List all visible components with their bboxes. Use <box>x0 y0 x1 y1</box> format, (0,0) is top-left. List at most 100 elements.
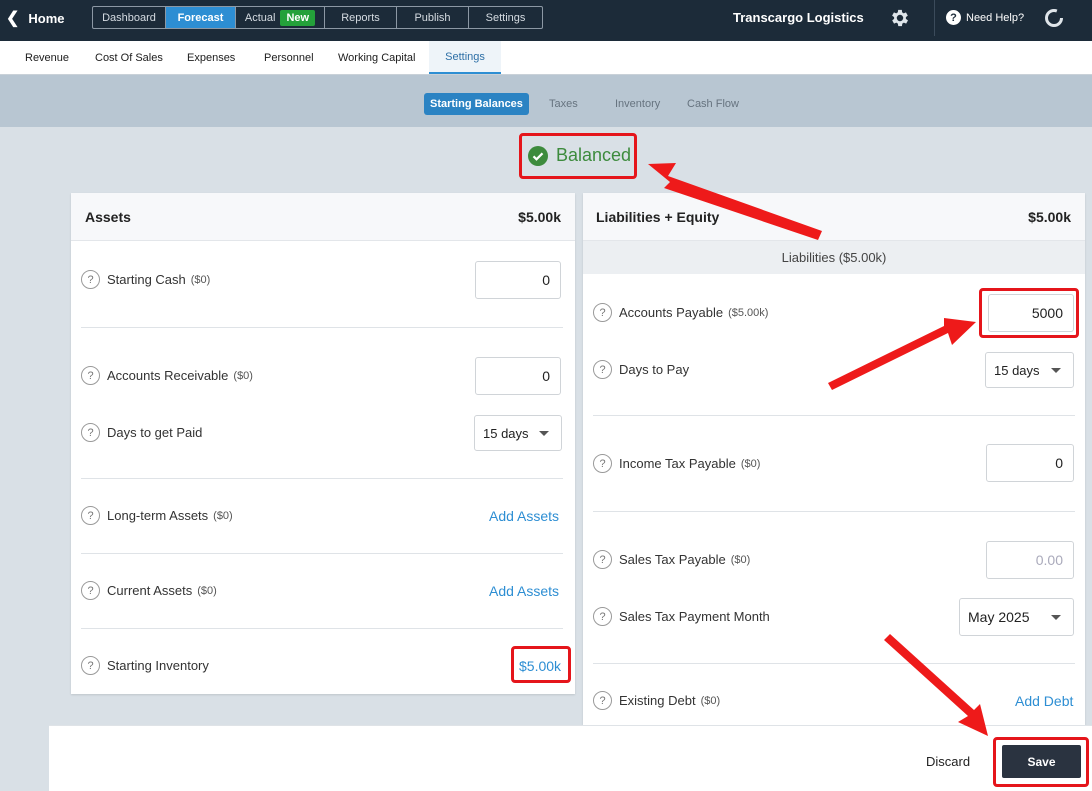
accounts-receivable-row: ? Accounts Receivable ($0) <box>81 366 253 385</box>
days-to-get-paid-value: 15 days <box>483 425 529 441</box>
subtab-expenses[interactable]: Expenses <box>187 41 235 74</box>
days-to-pay-select[interactable]: 15 days <box>985 352 1074 388</box>
liabilities-total: $5.00k <box>1028 209 1071 225</box>
divider <box>81 478 563 479</box>
need-help-link[interactable]: ? Need Help? <box>946 10 1024 25</box>
sales-tax-payable-input[interactable]: 0.00 <box>986 541 1074 579</box>
current-assets-row: ? Current Assets ($0) <box>81 581 217 600</box>
divider <box>934 0 935 36</box>
long-term-assets-row: ? Long-term Assets ($0) <box>81 506 233 525</box>
accounts-payable-label: Accounts Payable <box>619 305 724 320</box>
add-current-assets-link[interactable]: Add Assets <box>489 583 559 599</box>
settings-section-tabs: Starting Balances Taxes Inventory Cash F… <box>0 75 1092 127</box>
gear-icon[interactable] <box>889 7 911 29</box>
tab-actual-label: Actual <box>244 11 276 24</box>
add-long-term-assets-link[interactable]: Add Assets <box>489 508 559 524</box>
help-icon[interactable]: ? <box>593 303 612 322</box>
accounts-payable-sub: ($5.00k) <box>728 306 769 319</box>
tab-publish[interactable]: Publish <box>397 7 469 28</box>
liabilities-header: Liabilities + Equity $5.00k <box>583 193 1085 241</box>
home-link[interactable]: ❮ Home <box>6 0 65 36</box>
subtab-settings[interactable]: Settings <box>429 41 501 74</box>
accounts-payable-row: ? Accounts Payable ($5.00k) <box>593 303 768 322</box>
help-icon[interactable]: ? <box>81 656 100 675</box>
help-icon[interactable]: ? <box>81 581 100 600</box>
days-to-pay-value: 15 days <box>994 362 1040 378</box>
new-badge: New <box>280 9 316 26</box>
tab-settings[interactable]: Settings <box>469 7 542 28</box>
liabilities-title: Liabilities + Equity <box>596 209 720 225</box>
annotation-box-accounts-payable <box>979 288 1079 338</box>
starting-cash-input[interactable]: 0 <box>475 261 561 299</box>
tab-starting-balances[interactable]: Starting Balances <box>424 93 529 115</box>
days-to-pay-row: ? Days to Pay <box>593 360 689 379</box>
help-icon[interactable]: ? <box>81 506 100 525</box>
long-term-assets-sub: ($0) <box>213 509 233 522</box>
days-to-get-paid-row: ? Days to get Paid <box>81 423 202 442</box>
help-icon[interactable]: ? <box>593 454 612 473</box>
income-tax-payable-input[interactable]: 0 <box>986 444 1074 482</box>
help-icon[interactable]: ? <box>593 360 612 379</box>
divider <box>593 415 1075 416</box>
sales-tax-payment-month-select[interactable]: May 2025 <box>959 598 1074 636</box>
existing-debt-row: ? Existing Debt ($0) <box>593 691 720 710</box>
days-to-get-paid-label: Days to get Paid <box>107 425 203 440</box>
help-icon[interactable]: ? <box>593 550 612 569</box>
add-debt-link[interactable]: Add Debt <box>1015 693 1073 709</box>
home-label: Home <box>28 10 65 26</box>
help-icon[interactable]: ? <box>593 607 612 626</box>
existing-debt-sub: ($0) <box>700 694 721 707</box>
tab-taxes[interactable]: Taxes <box>549 93 578 115</box>
annotation-box-save <box>993 737 1089 787</box>
help-icon[interactable]: ? <box>81 366 100 385</box>
starting-inventory-row: ? Starting Inventory <box>81 656 209 675</box>
sales-tax-payment-month-row: ? Sales Tax Payment Month <box>593 607 770 626</box>
starting-cash-row: ? Starting Cash ($0) <box>81 270 210 289</box>
liabilities-equity-panel: Liabilities + Equity $5.00k Liabilities … <box>583 193 1085 725</box>
long-term-assets-label: Long-term Assets <box>107 508 209 523</box>
tab-dashboard[interactable]: Dashboard <box>93 7 166 28</box>
chevron-down-icon <box>1051 368 1061 373</box>
sales-tax-payable-sub: ($0) <box>730 553 751 566</box>
subtab-working-capital[interactable]: Working Capital <box>338 41 415 74</box>
starting-inventory-label: Starting Inventory <box>107 658 209 673</box>
assets-header: Assets $5.00k <box>71 193 575 241</box>
subtab-cost-of-sales[interactable]: Cost Of Sales <box>95 41 163 74</box>
tab-reports[interactable]: Reports <box>325 7 397 28</box>
annotation-box-balanced <box>519 133 637 179</box>
accounts-receivable-sub: ($0) <box>233 369 253 382</box>
chevron-down-icon <box>1051 615 1061 620</box>
subtab-personnel[interactable]: Personnel <box>264 41 314 74</box>
days-to-get-paid-select[interactable]: 15 days <box>474 415 562 451</box>
income-tax-payable-label: Income Tax Payable <box>619 456 736 471</box>
current-assets-label: Current Assets <box>107 583 193 598</box>
top-navigation-bar: ❮ Home Dashboard Forecast Actual New Rep… <box>0 0 1092 41</box>
divider <box>81 628 563 629</box>
subtab-revenue[interactable]: Revenue <box>25 41 69 74</box>
assets-panel: Assets $5.00k ? Starting Cash ($0) 0 ? A… <box>71 193 575 694</box>
sales-tax-payable-row: ? Sales Tax Payable ($0) <box>593 550 750 569</box>
discard-button[interactable]: Discard <box>926 754 970 769</box>
tab-forecast[interactable]: Forecast <box>166 7 236 28</box>
tab-actual[interactable]: Actual New <box>236 7 325 28</box>
help-icon[interactable]: ? <box>81 423 100 442</box>
tab-cash-flow[interactable]: Cash Flow <box>687 93 739 115</box>
chevron-down-icon <box>539 431 549 436</box>
liabilities-section-header: Liabilities ($5.00k) <box>583 241 1085 274</box>
need-help-label: Need Help? <box>966 11 1025 24</box>
accounts-receivable-input[interactable]: 0 <box>475 357 561 395</box>
tab-inventory[interactable]: Inventory <box>615 93 660 115</box>
help-icon[interactable]: ? <box>593 691 612 710</box>
divider <box>81 553 563 554</box>
sales-tax-payment-month-value: May 2025 <box>968 609 1030 625</box>
sales-tax-payment-month-label: Sales Tax Payment Month <box>619 609 770 624</box>
sync-icon[interactable] <box>1044 8 1064 28</box>
company-name: Transcargo Logistics <box>733 10 864 25</box>
help-icon[interactable]: ? <box>81 270 100 289</box>
days-to-pay-label: Days to Pay <box>619 362 690 377</box>
help-icon: ? <box>946 10 961 25</box>
existing-debt-label: Existing Debt <box>619 693 696 708</box>
current-assets-sub: ($0) <box>197 584 217 597</box>
main-tabs: Dashboard Forecast Actual New Reports Pu… <box>92 6 543 29</box>
divider <box>81 327 563 328</box>
